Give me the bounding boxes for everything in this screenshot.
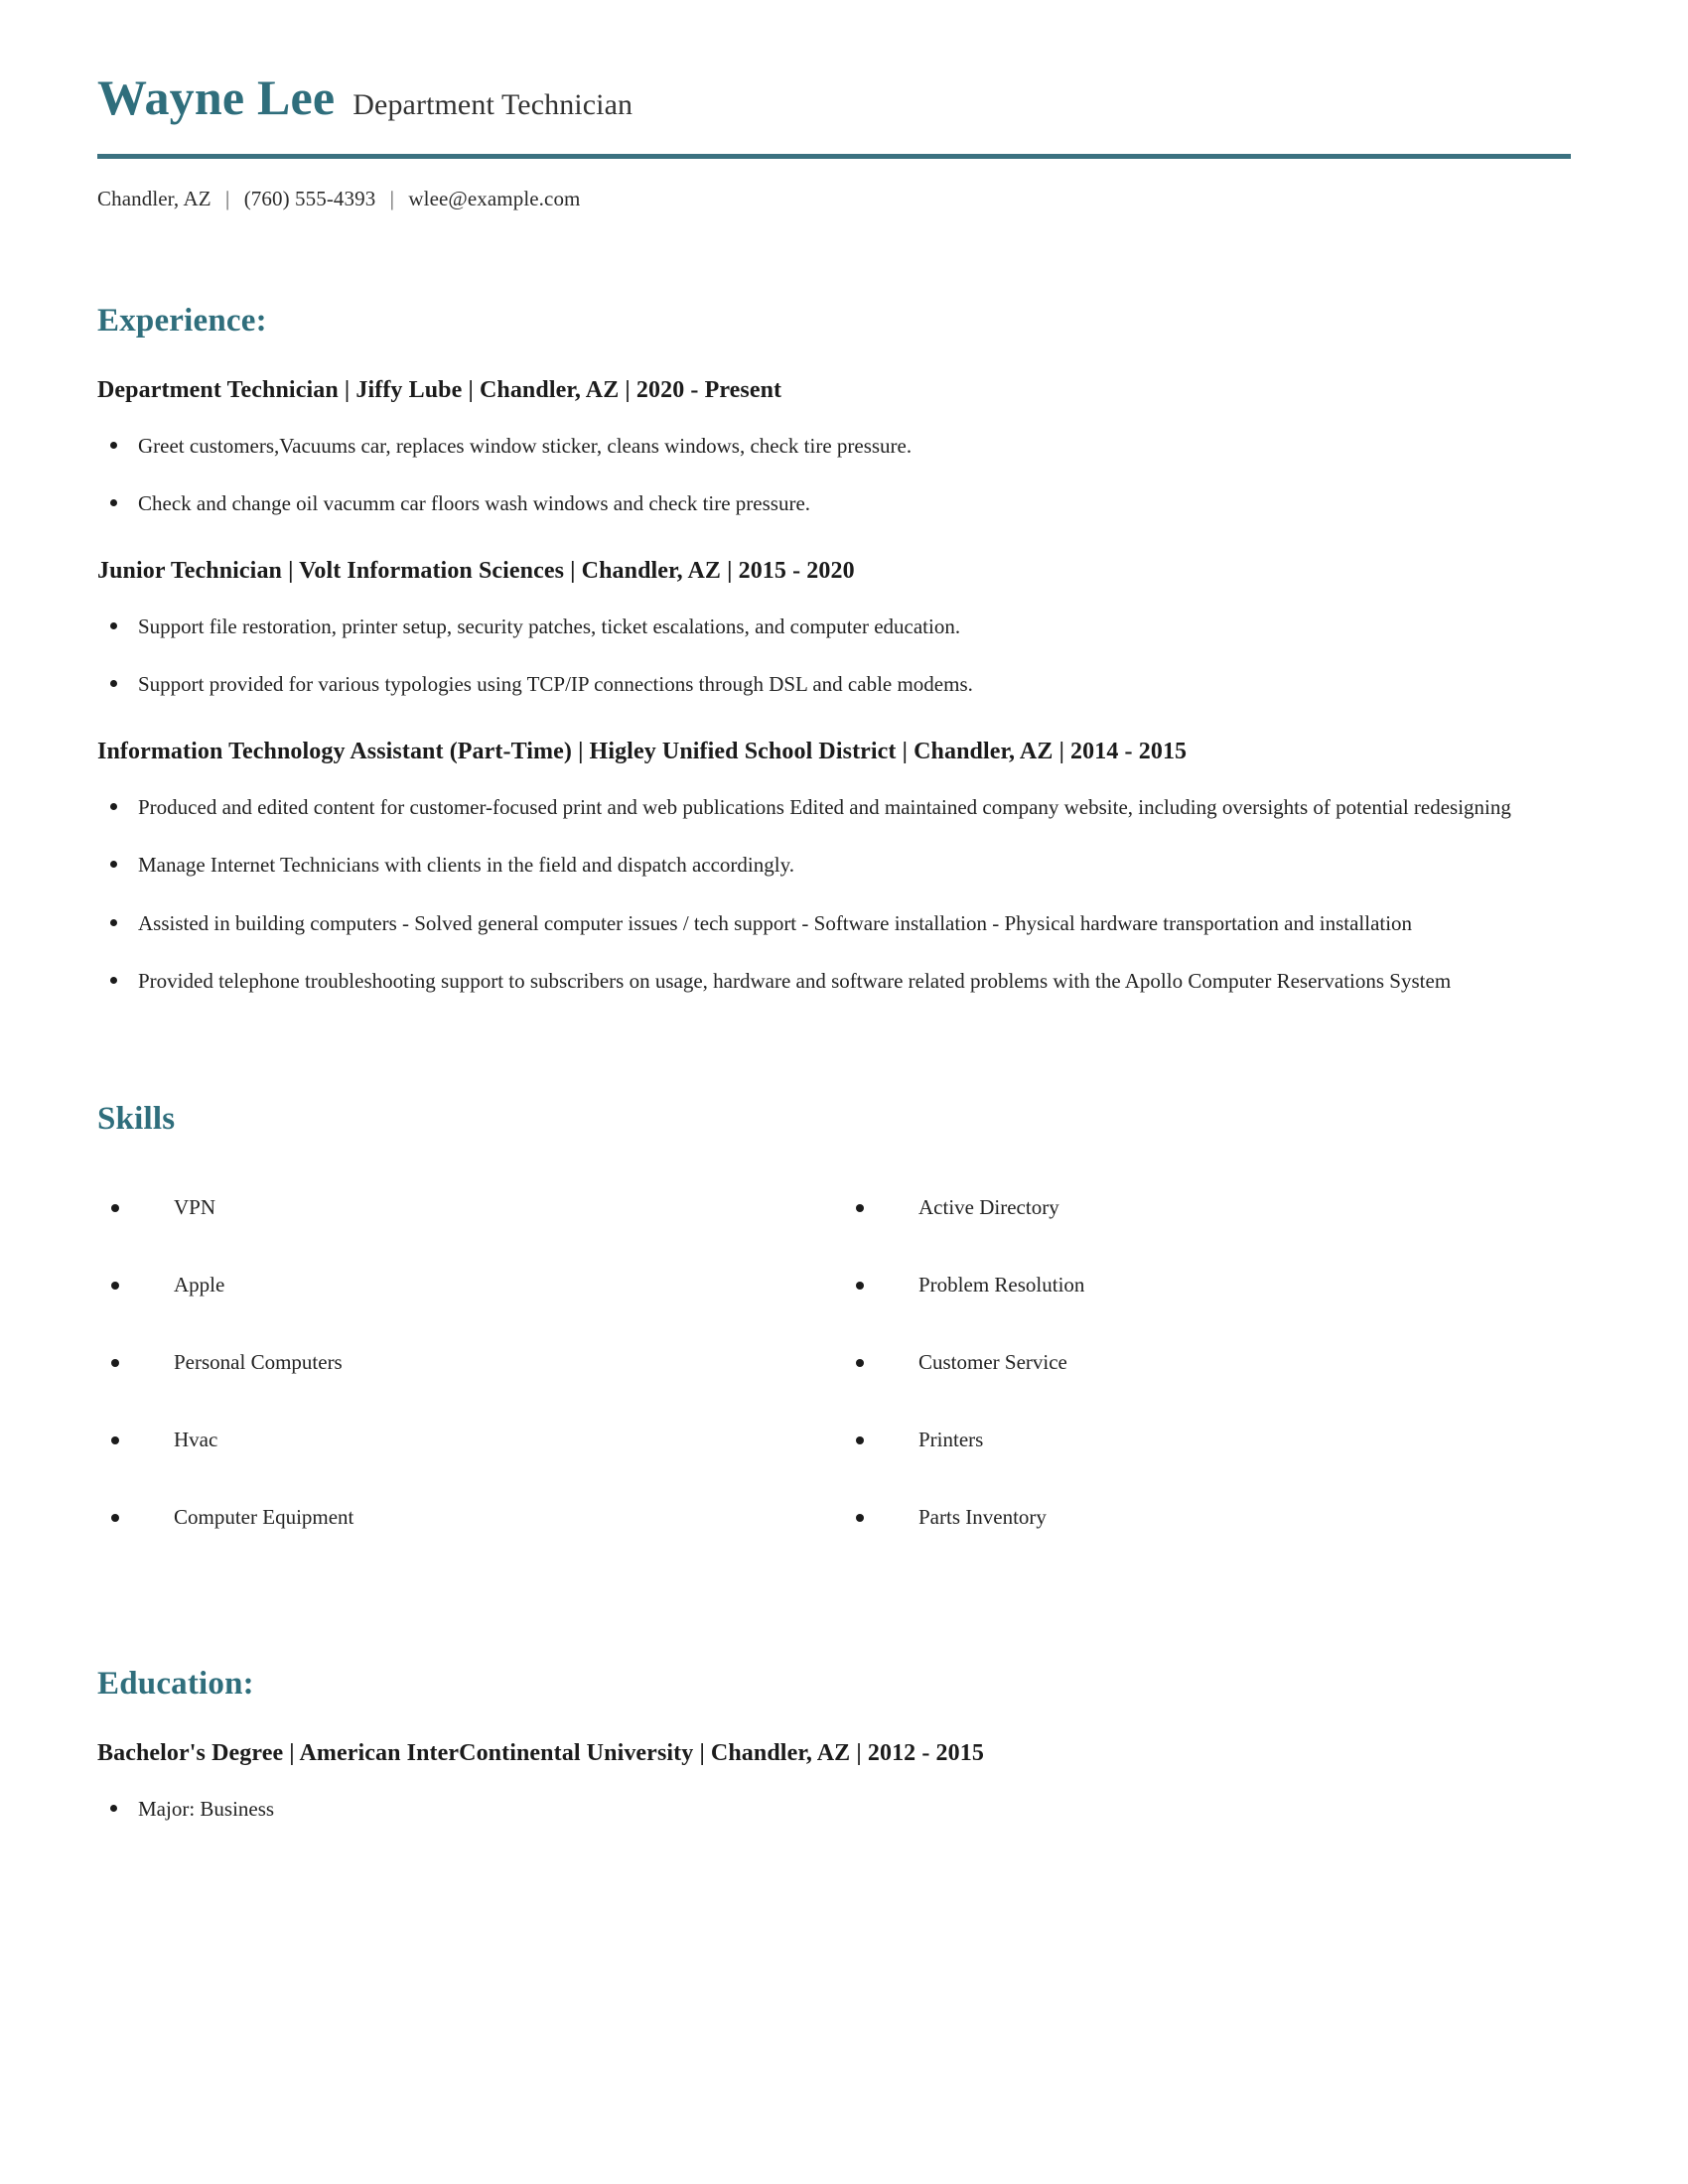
skills-section: Skills VPN Apple Personal Computers Hvac…	[97, 1101, 1591, 1557]
bullet-item: Assisted in building computers - Solved …	[97, 907, 1591, 940]
experience-entry-bullets: Greet customers,Vacuums car, replaces wi…	[97, 430, 1591, 520]
skill-item: Customer Service	[842, 1324, 1587, 1402]
experience-entry: Information Technology Assistant (Part-T…	[97, 739, 1591, 998]
skill-item: Hvac	[97, 1402, 842, 1479]
experience-entry-bullets: Produced and edited content for customer…	[97, 791, 1591, 998]
contact-phone: (760) 555-4393	[243, 186, 376, 210]
candidate-name: Wayne Lee	[97, 69, 336, 125]
name-and-headline: Wayne Lee Department Technician	[97, 71, 1591, 124]
experience-entry-bullets: Support file restoration, printer setup,…	[97, 611, 1591, 701]
experience-entry-heading: Department Technician | Jiffy Lube | Cha…	[97, 376, 782, 403]
skill-item: Printers	[842, 1402, 1587, 1479]
education-section-title: Education:	[97, 1665, 254, 1702]
resume-header: Wayne Lee Department Technician Chandler…	[97, 0, 1591, 211]
education-section: Education: Bachelor's Degree | American …	[97, 1666, 1591, 1826]
bullet-item: Support file restoration, printer setup,…	[97, 611, 1591, 643]
education-entry-bullets: Major: Business	[97, 1793, 1591, 1826]
header-divider	[97, 153, 1571, 159]
contact-separator-2: |	[389, 186, 395, 210]
bullet-item: Support provided for various typologies …	[97, 668, 1591, 701]
bullet-item: Provided telephone troubleshooting suppo…	[97, 965, 1591, 998]
experience-entry: Junior Technician | Volt Information Sci…	[97, 558, 1591, 701]
education-entry-heading: Bachelor's Degree | American InterContin…	[97, 1739, 984, 1766]
skill-item: Parts Inventory	[842, 1479, 1587, 1557]
experience-section-title: Experience:	[97, 302, 267, 339]
skills-left-column: VPN Apple Personal Computers Hvac Comput…	[97, 1169, 842, 1557]
bullet-item: Produced and edited content for customer…	[97, 791, 1591, 824]
skill-item: Apple	[97, 1247, 842, 1324]
bullet-item: Greet customers,Vacuums car, replaces wi…	[97, 430, 1591, 463]
skills-right-column: Active Directory Problem Resolution Cust…	[842, 1169, 1587, 1557]
skill-item: Problem Resolution	[842, 1247, 1587, 1324]
skill-item: Active Directory	[842, 1169, 1587, 1247]
candidate-headline: Department Technician	[352, 88, 633, 121]
contact-line: Chandler, AZ | (760) 555-4393 | wlee@exa…	[97, 187, 1591, 211]
bullet-item: Major: Business	[97, 1793, 1591, 1826]
contact-separator-1: |	[225, 186, 230, 210]
bullet-item: Manage Internet Technicians with clients…	[97, 849, 1591, 882]
skill-item: VPN	[97, 1169, 842, 1247]
experience-entry-heading: Information Technology Assistant (Part-T…	[97, 738, 1188, 764]
contact-email: wlee@example.com	[408, 186, 581, 210]
contact-location: Chandler, AZ	[97, 186, 211, 210]
skills-section-title: Skills	[97, 1100, 176, 1137]
education-entry: Bachelor's Degree | American InterContin…	[97, 1740, 1591, 1826]
skill-item: Computer Equipment	[97, 1479, 842, 1557]
experience-section: Experience: Department Technician | Jiff…	[97, 303, 1591, 998]
bullet-item: Check and change oil vacumm car floors w…	[97, 487, 1591, 520]
experience-entry: Department Technician | Jiffy Lube | Cha…	[97, 377, 1591, 520]
skills-grid: VPN Apple Personal Computers Hvac Comput…	[97, 1169, 1591, 1557]
skill-item: Personal Computers	[97, 1324, 842, 1402]
experience-entry-heading: Junior Technician | Volt Information Sci…	[97, 557, 855, 584]
resume-page: Wayne Lee Department Technician Chandler…	[0, 0, 1688, 2184]
